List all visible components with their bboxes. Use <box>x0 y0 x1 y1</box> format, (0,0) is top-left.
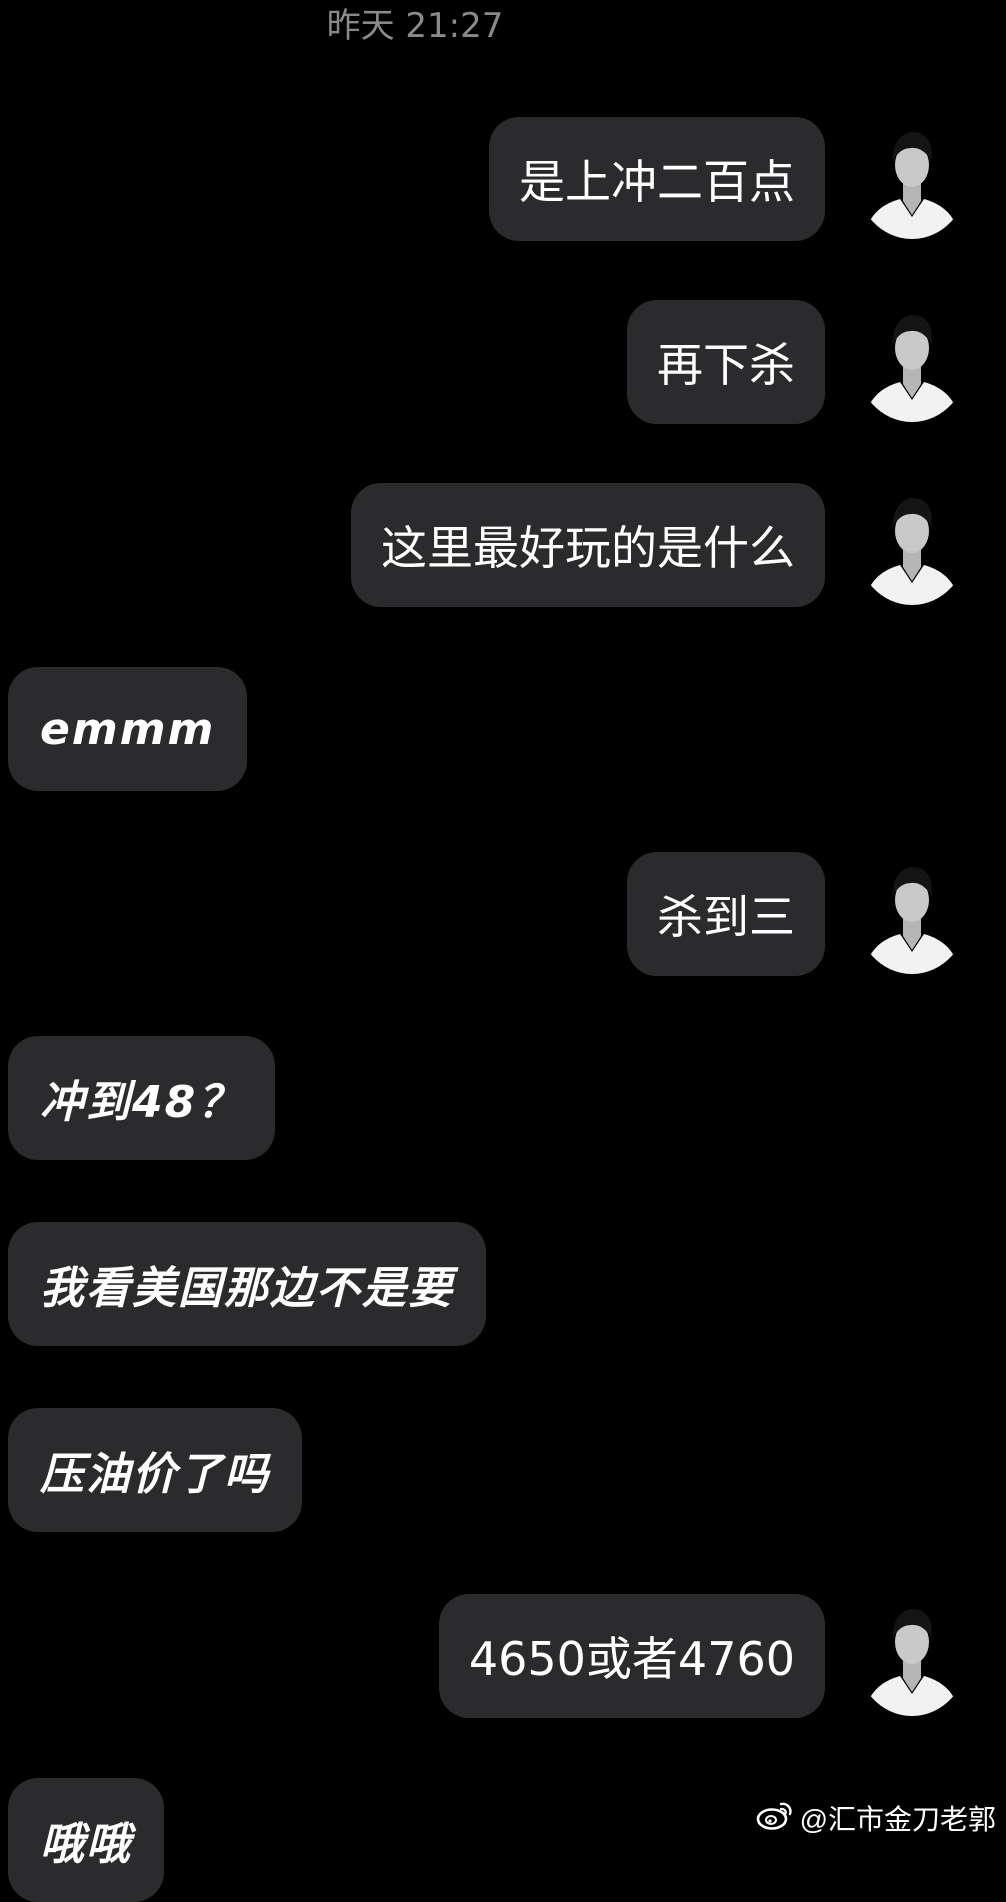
message-text: 4650或者4760 <box>468 1632 795 1686</box>
portrait-icon <box>856 117 968 239</box>
message-row: 这里最好玩的是什么 <box>0 483 1006 607</box>
incoming-message-bubble[interactable]: 哦哦 <box>8 1778 164 1902</box>
portrait-icon <box>856 300 968 422</box>
outgoing-message-bubble[interactable]: 这里最好玩的是什么 <box>351 483 825 607</box>
message-text: emmm <box>40 703 216 755</box>
message-row: 是上冲二百点 <box>0 117 1006 241</box>
portrait-icon <box>856 483 968 605</box>
message-text: 杀到三 <box>657 890 795 944</box>
incoming-message-bubble[interactable]: 我看美国那边不是要 <box>8 1222 486 1346</box>
incoming-message-bubble[interactable]: 冲到48？ <box>8 1036 276 1160</box>
chat-timestamp: 昨天 21:27 <box>326 6 504 46</box>
user-avatar[interactable] <box>856 852 968 974</box>
incoming-message-bubble[interactable]: 压油价了吗 <box>8 1408 302 1532</box>
message-text: 再下杀 <box>657 338 795 392</box>
message-row: 再下杀 <box>0 300 1006 424</box>
portrait-icon <box>856 852 968 974</box>
user-avatar[interactable] <box>856 300 968 422</box>
portrait-icon <box>856 1594 968 1716</box>
message-text: 冲到48？ <box>40 1077 244 1128</box>
message-text: 这里最好玩的是什么 <box>381 521 795 575</box>
watermark-text: @汇市金刀老郭 <box>799 1804 996 1835</box>
user-avatar[interactable] <box>856 117 968 239</box>
message-text: 压油价了吗 <box>40 1449 270 1500</box>
outgoing-message-bubble[interactable]: 再下杀 <box>627 300 825 424</box>
weibo-icon <box>756 1800 794 1837</box>
message-row: 4650或者4760 <box>0 1594 1006 1718</box>
outgoing-message-bubble[interactable]: 4650或者4760 <box>438 1594 825 1718</box>
message-row: 我看美国那边不是要 <box>0 1222 1006 1346</box>
user-avatar[interactable] <box>856 483 968 605</box>
outgoing-message-bubble[interactable]: 杀到三 <box>627 852 825 976</box>
message-text: 哦哦 <box>40 1819 132 1870</box>
message-row: 冲到48？ <box>0 1036 1006 1160</box>
incoming-message-bubble[interactable]: emmm <box>8 667 248 791</box>
user-avatar[interactable] <box>856 1594 968 1716</box>
message-row: 压油价了吗 <box>0 1408 1006 1532</box>
message-row: emmm <box>0 667 1006 791</box>
watermark: @汇市金刀老郭 <box>756 1796 996 1840</box>
message-text: 是上冲二百点 <box>519 155 795 209</box>
message-text: 我看美国那边不是要 <box>40 1263 454 1314</box>
outgoing-message-bubble[interactable]: 是上冲二百点 <box>489 117 825 241</box>
message-row: 杀到三 <box>0 852 1006 976</box>
